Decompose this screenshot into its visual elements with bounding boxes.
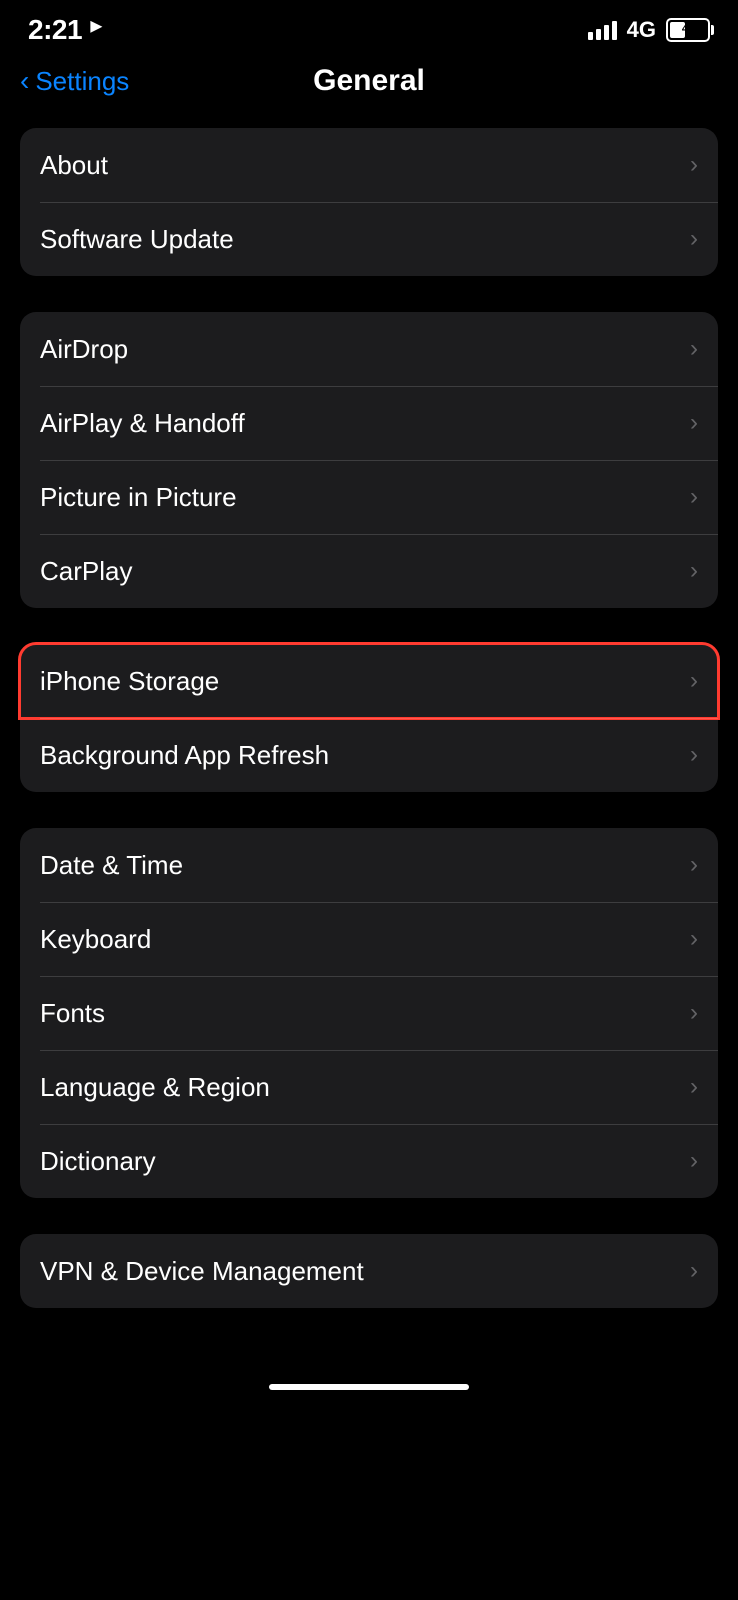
- signal-bar-2: [596, 29, 601, 40]
- home-indicator: [269, 1384, 469, 1390]
- settings-row-date-time[interactable]: Date & Time ›: [20, 828, 718, 902]
- settings-group-4: Date & Time › Keyboard › Fonts › Languag…: [20, 828, 718, 1198]
- background-app-refresh-chevron: ›: [690, 741, 698, 769]
- battery-container: 43: [666, 18, 710, 42]
- location-icon: ►: [87, 16, 107, 38]
- settings-row-carplay[interactable]: CarPlay ›: [20, 534, 718, 608]
- airplay-handoff-right: ›: [690, 409, 698, 437]
- clock: 2:21: [28, 14, 82, 45]
- software-update-label: Software Update: [40, 224, 234, 255]
- settings-group-5: VPN & Device Management ›: [20, 1234, 718, 1308]
- fonts-right: ›: [690, 999, 698, 1027]
- vpn-device-management-right: ›: [690, 1257, 698, 1285]
- back-label: Settings: [35, 66, 129, 97]
- fonts-label: Fonts: [40, 998, 105, 1029]
- settings-row-picture-in-picture[interactable]: Picture in Picture ›: [20, 460, 718, 534]
- keyboard-chevron: ›: [690, 925, 698, 953]
- keyboard-label: Keyboard: [40, 924, 151, 955]
- iphone-storage-chevron: ›: [690, 667, 698, 695]
- keyboard-right: ›: [690, 925, 698, 953]
- signal-bar-3: [604, 25, 609, 40]
- page-title: General: [313, 64, 425, 98]
- airdrop-label: AirDrop: [40, 334, 128, 365]
- settings-row-vpn-device-management[interactable]: VPN & Device Management ›: [20, 1234, 718, 1308]
- status-icons: 4G 43: [588, 17, 710, 43]
- dictionary-chevron: ›: [690, 1147, 698, 1175]
- settings-group-1: About › Software Update ›: [20, 128, 718, 276]
- settings-row-about[interactable]: About ›: [20, 128, 718, 202]
- settings-row-keyboard[interactable]: Keyboard ›: [20, 902, 718, 976]
- dictionary-right: ›: [690, 1147, 698, 1175]
- airplay-handoff-chevron: ›: [690, 409, 698, 437]
- picture-in-picture-right: ›: [690, 483, 698, 511]
- settings-row-iphone-storage[interactable]: iPhone Storage ›: [20, 644, 718, 718]
- vpn-device-management-chevron: ›: [690, 1257, 698, 1285]
- signal-bar-4: [612, 21, 617, 40]
- carplay-chevron: ›: [690, 557, 698, 585]
- status-time-area: 2:21 ►: [28, 14, 106, 46]
- carplay-right: ›: [690, 557, 698, 585]
- settings-group-3: iPhone Storage › Background App Refresh …: [20, 644, 718, 792]
- background-app-refresh-label: Background App Refresh: [40, 740, 329, 771]
- status-bar: 2:21 ► 4G 43: [0, 0, 738, 54]
- dictionary-label: Dictionary: [40, 1146, 156, 1177]
- settings-row-language-region[interactable]: Language & Region ›: [20, 1050, 718, 1124]
- settings-row-background-app-refresh[interactable]: Background App Refresh ›: [20, 718, 718, 792]
- signal-bar-1: [588, 32, 593, 40]
- settings-row-airdrop[interactable]: AirDrop ›: [20, 312, 718, 386]
- network-type: 4G: [627, 17, 656, 43]
- airdrop-right: ›: [690, 335, 698, 363]
- airdrop-chevron: ›: [690, 335, 698, 363]
- settings-group-2: AirDrop › AirPlay & Handoff › Picture in…: [20, 312, 718, 608]
- back-chevron-icon: ‹: [20, 65, 29, 97]
- battery-percent: 43: [682, 23, 694, 35]
- settings-row-fonts[interactable]: Fonts ›: [20, 976, 718, 1050]
- picture-in-picture-label: Picture in Picture: [40, 482, 237, 513]
- vpn-device-management-label: VPN & Device Management: [40, 1256, 364, 1287]
- battery-icon: 43: [666, 18, 710, 42]
- nav-bar: ‹ Settings General: [0, 54, 738, 118]
- software-update-right: ›: [690, 225, 698, 253]
- software-update-chevron: ›: [690, 225, 698, 253]
- about-chevron: ›: [690, 151, 698, 179]
- iphone-storage-right: ›: [690, 667, 698, 695]
- fonts-chevron: ›: [690, 999, 698, 1027]
- about-label: About: [40, 150, 108, 181]
- date-time-right: ›: [690, 851, 698, 879]
- about-right: ›: [690, 151, 698, 179]
- settings-row-airplay-handoff[interactable]: AirPlay & Handoff ›: [20, 386, 718, 460]
- language-region-chevron: ›: [690, 1073, 698, 1101]
- carplay-label: CarPlay: [40, 556, 132, 587]
- settings-content: About › Software Update › AirDrop › AirP…: [0, 118, 738, 1354]
- airplay-handoff-label: AirPlay & Handoff: [40, 408, 245, 439]
- back-button[interactable]: ‹ Settings: [20, 65, 129, 97]
- language-region-right: ›: [690, 1073, 698, 1101]
- signal-bars: [588, 20, 617, 40]
- settings-row-dictionary[interactable]: Dictionary ›: [20, 1124, 718, 1198]
- home-indicator-container: [0, 1354, 738, 1420]
- iphone-storage-label: iPhone Storage: [40, 666, 219, 697]
- language-region-label: Language & Region: [40, 1072, 270, 1103]
- date-time-chevron: ›: [690, 851, 698, 879]
- picture-in-picture-chevron: ›: [690, 483, 698, 511]
- settings-row-software-update[interactable]: Software Update ›: [20, 202, 718, 276]
- background-app-refresh-right: ›: [690, 741, 698, 769]
- date-time-label: Date & Time: [40, 850, 183, 881]
